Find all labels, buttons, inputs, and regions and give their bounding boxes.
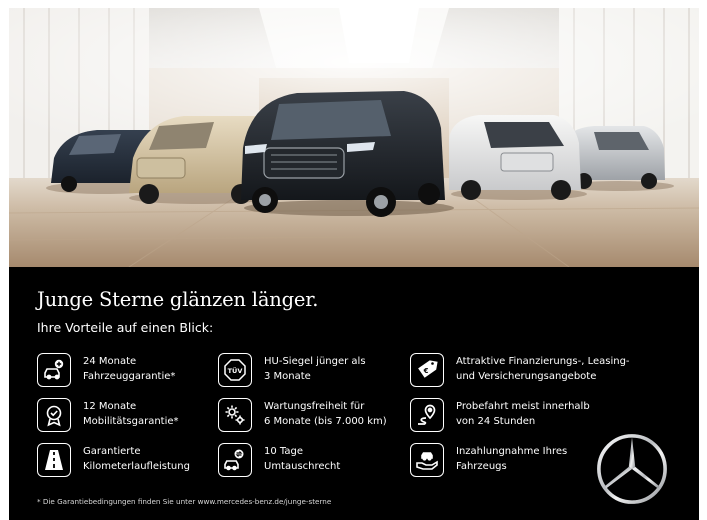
benefit-line-2: und Versicherungsangebote xyxy=(456,371,597,382)
benefit-line-2: Fahrzeuggarantie* xyxy=(83,371,176,382)
tuv-badge-icon: TÜV xyxy=(218,353,252,387)
svg-text:€: € xyxy=(423,367,429,375)
hero-image xyxy=(9,8,699,267)
service-gears-icon xyxy=(218,398,252,432)
euro-tag-icon: € xyxy=(410,353,444,387)
benefits-panel: Junge Sterne glänzen länger. Ihre Vortei… xyxy=(9,267,699,520)
mobility-badge-icon xyxy=(37,398,71,432)
hand-car-icon xyxy=(410,443,444,477)
benefit-line-2: von 24 Stunden xyxy=(456,416,536,427)
van-center-black xyxy=(241,91,454,217)
route-pin-icon xyxy=(410,398,444,432)
benefit-line-1: Wartungsfreiheit für xyxy=(264,401,365,412)
benefit-line-2: Mobilitätsgarantie* xyxy=(83,416,179,427)
warranty-footnote: * Die Garantiebedingungen finden Sie unt… xyxy=(37,497,332,506)
benefit-line-2: 6 Monate (bis 7.000 km) xyxy=(264,416,387,427)
showroom-illustration xyxy=(9,8,699,267)
benefit-line-1: 24 Monate xyxy=(83,356,137,367)
subheadline: Ihre Vorteile auf einen Blick: xyxy=(37,320,214,335)
benefit-line-1: HU-Siegel jünger als xyxy=(264,356,366,367)
road-icon xyxy=(37,443,71,477)
benefit-line-2: Fahrzeugs xyxy=(456,461,507,472)
mercedes-star-logo xyxy=(597,434,667,504)
benefit-line-2: Umtauschrecht xyxy=(264,461,341,472)
car-plus-icon xyxy=(37,353,71,387)
benefit-line-1: Probefahrt meist innerhalb xyxy=(456,401,590,412)
benefit-line-2: 3 Monate xyxy=(264,371,311,382)
benefit-line-2: Kilometerlaufleistung xyxy=(83,461,190,472)
benefit-line-1: 12 Monate xyxy=(83,401,137,412)
benefit-line-1: Attraktive Finanzierungs-, Leasing- xyxy=(456,356,630,367)
van-white xyxy=(449,115,587,200)
benefit-line-1: Garantierte xyxy=(83,446,141,457)
car-exchange-icon xyxy=(218,443,252,477)
benefit-line-1: 10 Tage xyxy=(264,446,303,457)
svg-text:TÜV: TÜV xyxy=(228,366,243,375)
headline: Junge Sterne glänzen länger. xyxy=(37,288,319,311)
benefit-line-1: Inzahlungnahme Ihres xyxy=(456,446,568,457)
